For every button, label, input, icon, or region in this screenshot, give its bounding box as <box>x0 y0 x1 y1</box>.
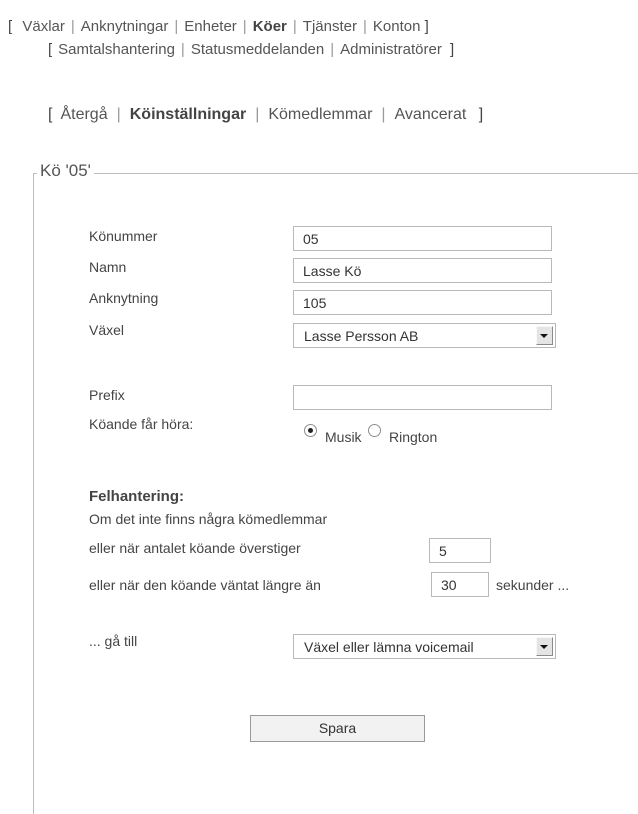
nav-separator: | <box>381 106 386 123</box>
max-wait-field[interactable] <box>431 572 489 597</box>
chevron-down-icon <box>540 645 548 649</box>
error-handling-line3: eller när den köande väntat längre än <box>89 577 321 593</box>
nav-item-statusmeddelanden[interactable]: Statusmeddelanden <box>191 41 324 58</box>
nav-separator: | <box>70 18 75 35</box>
nav-separator: | <box>174 18 179 35</box>
nav-item-konton[interactable]: Konton <box>373 18 421 35</box>
nav-close-bracket: ] <box>424 18 429 35</box>
nav-separator: | <box>362 18 367 35</box>
sub-nav: [ Samtalshantering | Statusmeddelanden | Admi… <box>48 41 454 58</box>
fieldset-legend: Kö '05' <box>37 161 94 181</box>
dropdown-button[interactable] <box>536 326 553 345</box>
nav-separator: | <box>242 18 247 35</box>
nav-separator: | <box>255 106 260 123</box>
goto-select-value: Växel eller lämna voicemail <box>304 639 474 655</box>
nav-separator: | <box>180 41 185 58</box>
tab-advanced[interactable]: Avancerat <box>395 106 467 123</box>
nav-item-vaxlar[interactable]: Växlar <box>16 18 65 35</box>
nav-close-bracket: ] <box>478 106 484 123</box>
radio-music-label: Musik <box>325 429 362 445</box>
nav-item-anknytningar[interactable]: Anknytningar <box>81 18 169 35</box>
dropdown-button[interactable] <box>536 637 553 656</box>
exchange-select[interactable]: Lasse Persson AB <box>293 323 556 348</box>
nav-open-bracket: [ <box>8 18 13 35</box>
tab-back[interactable]: Återgå <box>60 106 107 123</box>
goto-label: ... gå till <box>89 633 138 649</box>
exchange-select-value: Lasse Persson AB <box>304 328 419 344</box>
queue-nav: [ Återgå | Köinställningar | Kömedlemmar | Avan… <box>48 106 483 124</box>
nav-separator: | <box>116 106 121 123</box>
error-handling-heading: Felhantering: <box>89 488 185 505</box>
radio-music[interactable] <box>304 424 317 437</box>
tab-queue-settings[interactable]: Köinställningar <box>130 106 246 123</box>
error-handling-line1: Om det inte finns några kömedlemmar <box>89 511 328 527</box>
tab-queue-members[interactable]: Kömedlemmar <box>268 106 372 123</box>
nav-open-bracket: [ <box>48 106 53 123</box>
nav-item-administratorer[interactable]: Administratörer <box>340 41 442 58</box>
extension-field[interactable] <box>293 290 552 315</box>
nav-item-enheter[interactable]: Enheter <box>184 18 237 35</box>
prefix-label: Prefix <box>89 387 125 403</box>
nav-close-bracket: ] <box>450 41 455 58</box>
queue-number-field[interactable] <box>293 226 552 251</box>
queue-number-label: Könummer <box>89 228 158 244</box>
error-handling-line2: eller när antalet köande överstiger <box>89 540 301 556</box>
seconds-unit: sekunder ... <box>496 577 570 593</box>
hears-label: Köande får höra: <box>89 416 194 432</box>
save-button[interactable]: Spara <box>250 715 425 742</box>
extension-label: Anknytning <box>89 290 159 306</box>
exchange-label: Växel <box>89 322 125 338</box>
radio-ringtone-label: Rington <box>389 429 438 445</box>
nav-open-bracket: [ <box>48 41 53 58</box>
prefix-field[interactable] <box>293 385 552 410</box>
name-label: Namn <box>89 259 127 275</box>
nav-item-koer[interactable]: Köer <box>253 18 287 35</box>
goto-select[interactable]: Växel eller lämna voicemail <box>293 634 556 659</box>
nav-separator: | <box>330 41 335 58</box>
nav-item-tjanster[interactable]: Tjänster <box>303 18 357 35</box>
name-field[interactable] <box>293 258 552 283</box>
nav-item-samtalshantering[interactable]: Samtalshantering <box>58 41 175 58</box>
radio-ringtone[interactable] <box>368 424 381 437</box>
chevron-down-icon <box>540 334 548 338</box>
max-callers-field[interactable] <box>429 538 491 563</box>
main-nav: [ Växlar | Anknytningar | Enheter | Köer | Tjäns… <box>8 18 429 35</box>
nav-separator: | <box>292 18 297 35</box>
